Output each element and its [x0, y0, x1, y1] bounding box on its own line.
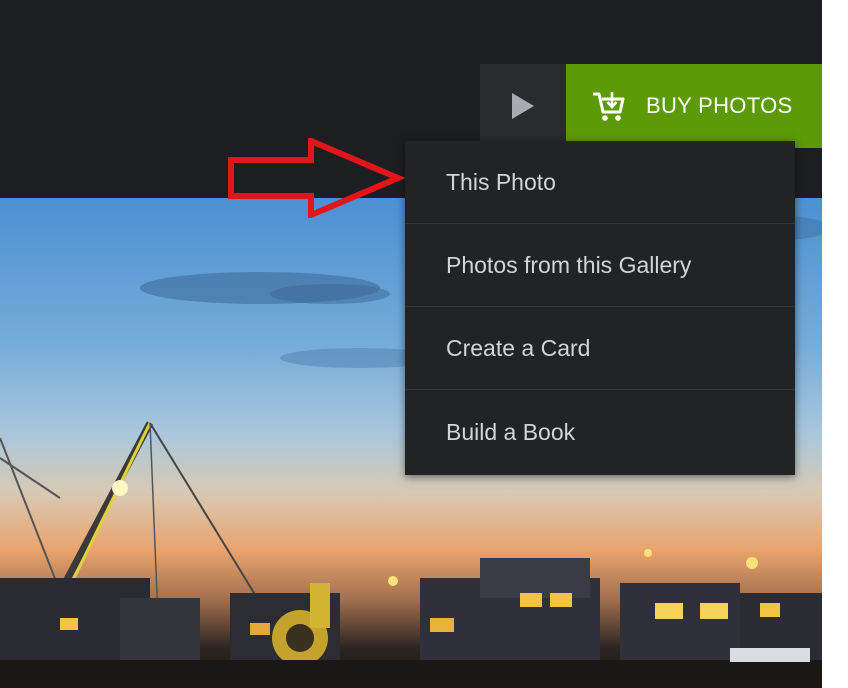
red-arrow-icon	[228, 138, 406, 218]
buy-photos-button[interactable]: BUY PHOTOS	[566, 64, 822, 148]
cart-icon	[588, 86, 628, 126]
menu-item-photos-from-gallery[interactable]: Photos from this Gallery	[405, 224, 795, 307]
menu-item-create-card[interactable]: Create a Card	[405, 307, 795, 390]
menu-item-build-book[interactable]: Build a Book	[405, 390, 795, 474]
slideshow-play-button[interactable]	[480, 64, 566, 148]
menu-item-this-photo[interactable]: This Photo	[405, 141, 795, 224]
buy-photos-menu: This Photo Photos from this Gallery Crea…	[405, 141, 795, 475]
page-gutter	[822, 0, 848, 688]
play-icon	[512, 93, 534, 119]
buy-photos-label: BUY PHOTOS	[646, 93, 793, 118]
